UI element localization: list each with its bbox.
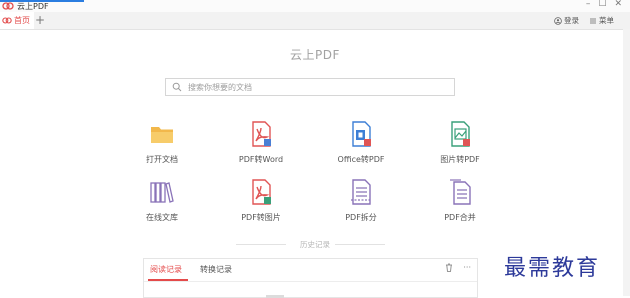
folder-icon [151,127,173,143]
divider [335,244,385,245]
tab-conversion-history[interactable]: 转换记录 [200,264,232,275]
tool-pdf-split[interactable]: PDF拆分 [321,178,401,223]
tool-pdf-to-image[interactable]: PDF转图片 [221,178,301,223]
cloud-logo-icon [2,2,14,10]
tool-label: Office转PDF [337,155,385,164]
tool-label: PDF拆分 [345,213,377,222]
tab-home[interactable]: 首页 [0,12,34,29]
app-title: 云上PDF [290,48,340,62]
pdf-split-icon [351,179,372,205]
tool-label: PDF转图片 [241,213,281,222]
history-tabs: 阅读记录 转换记录 ··· [144,259,477,281]
image-to-pdf-icon [451,121,470,147]
scrollbar[interactable] [623,29,630,296]
new-tab-button[interactable]: + [35,13,45,27]
tool-online-library[interactable]: 在线文库 [122,178,202,223]
cloud-logo-icon [2,17,12,24]
tool-office-to-pdf[interactable]: Office转PDF [321,120,401,165]
tool-pdf-to-word[interactable]: PDF转Word [221,120,301,165]
user-icon [554,16,562,25]
tool-label: 打开文档 [146,155,178,164]
pdf-to-word-icon [252,121,271,147]
tab-home-label: 首页 [14,16,30,25]
pdf-to-image-icon [252,179,271,205]
login-button[interactable]: 登录 [554,15,579,26]
menu-icon [590,18,596,23]
window-title-area: 云上PDF [2,0,49,12]
watermark-text: 最需教育 [504,256,601,281]
menu-button[interactable]: 菜单 [589,15,614,26]
tool-label: 图片转PDF [440,155,480,164]
history-header: 历史记录 [0,240,630,249]
office-to-pdf-icon [352,121,371,147]
tab-bar: 首页 + 登录 菜单 [0,12,630,30]
history-title: 历史记录 [300,240,330,249]
header-actions: 登录 菜单 [554,15,614,26]
tool-open-document[interactable]: 打开文档 [122,120,202,165]
search-placeholder: 搜索你想要的文档 [188,82,252,92]
tool-label: PDF转Word [238,155,284,164]
login-label: 登录 [564,16,579,25]
library-icon [150,182,174,203]
history-actions: ··· [445,263,471,272]
trash-icon[interactable] [445,263,453,272]
search-icon [172,82,182,92]
search-input[interactable]: 搜索你想要的文档 [165,78,455,96]
menu-label: 菜单 [599,16,614,25]
history-panel: 阅读记录 转换记录 ··· [143,258,478,298]
tool-label: 在线文库 [146,213,178,222]
tab-reading-history[interactable]: 阅读记录 [150,264,182,275]
close-button[interactable]: ✕ [614,0,622,9]
tool-image-to-pdf[interactable]: 图片转PDF [420,120,500,165]
panel-divider [144,281,477,282]
tool-pdf-merge[interactable]: PDF合并 [420,178,500,223]
maximize-button[interactable]: ☐ [598,0,606,9]
tool-label: PDF合并 [444,213,476,222]
minimize-button[interactable]: – [586,0,591,9]
window-title: 云上PDF [17,1,49,11]
window-controls: – ☐ ✕ [586,0,622,9]
more-button[interactable]: ··· [463,263,471,272]
title-bar: 云上PDF – ☐ ✕ [0,0,630,12]
pdf-merge-icon [450,179,471,205]
